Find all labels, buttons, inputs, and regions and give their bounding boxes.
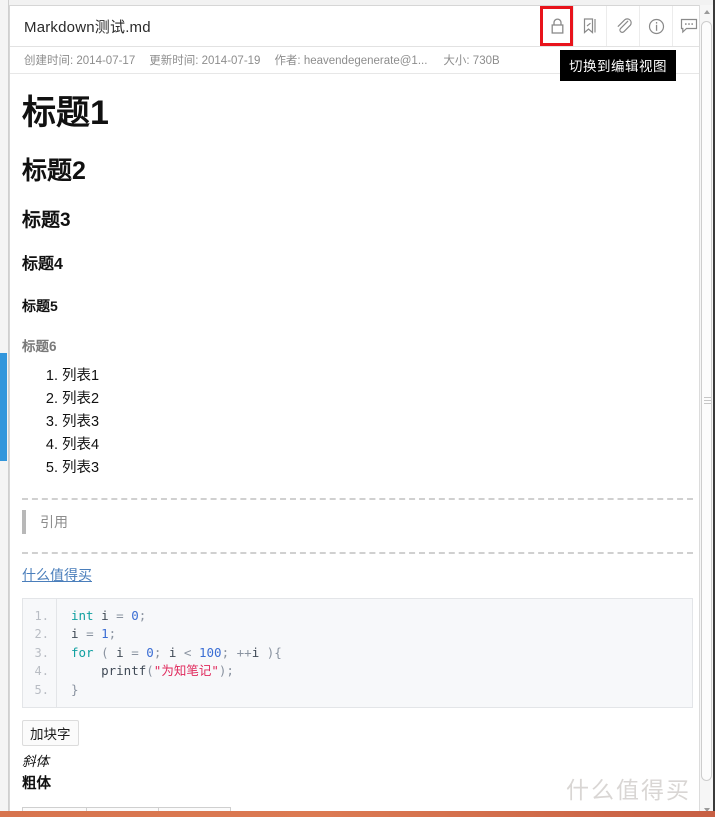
info-icon	[648, 18, 665, 35]
scrollbar-grip-icon	[704, 397, 711, 404]
lock-button[interactable]	[540, 6, 573, 46]
ordered-list: 列表1 列表2 列表3 列表4 列表3	[22, 365, 693, 480]
list-item: 列表1	[62, 365, 693, 388]
line-number: 1.	[34, 608, 49, 623]
chevron-up-icon	[703, 10, 710, 14]
bookmark-button[interactable]	[573, 6, 606, 46]
code-line: int i = 0;	[71, 607, 147, 623]
heading-6: 标题6	[22, 339, 57, 355]
code-line-numbers: 1. 2. 3. 4. 5.	[23, 598, 57, 708]
external-link[interactable]: 什么值得买	[22, 565, 92, 585]
bold-text: 粗体	[22, 776, 51, 793]
line-number: 4.	[34, 664, 49, 679]
heading-5: 标题5	[22, 298, 58, 315]
attachment-button[interactable]	[606, 6, 639, 46]
line-number: 2.	[34, 627, 49, 642]
code-block: 1. 2. 3. 4. 5. int i = 0; i = 1; for ( i…	[22, 597, 693, 709]
document-panel: Markdown测试.md 创建时间: 2014-07-17 更新时间: 201…	[9, 5, 706, 812]
blockquote-text: 引用	[40, 513, 68, 530]
bookmark-icon	[582, 17, 598, 35]
size-label: 大小: 730B	[443, 55, 500, 67]
code-lines: int i = 0; i = 1; for ( i = 0; i < 100; …	[57, 599, 282, 708]
scroll-up-button[interactable]	[700, 5, 713, 19]
author-label: 作者: heavendegenerate@1...	[274, 55, 428, 67]
code-line: for ( i = 0; i < 100; ++i ){	[71, 644, 282, 660]
list-item: 列表4	[62, 434, 693, 457]
list-item: 列表3	[62, 457, 693, 480]
created-time-label: 创建时间: 2014-07-17	[24, 55, 136, 67]
heading-1: 标题1	[22, 94, 109, 132]
code-line: printf("为知笔记");	[71, 663, 234, 679]
page-title: Markdown测试.md	[24, 18, 151, 36]
application-window: Markdown测试.md 创建时间: 2014-07-17 更新时间: 201…	[0, 0, 715, 817]
updated-time-label: 更新时间: 2014-07-19	[149, 55, 261, 67]
line-number: 3.	[34, 645, 49, 660]
heading-2: 标题2	[22, 157, 86, 186]
document-titlebar: Markdown测试.md	[10, 6, 705, 47]
bottom-accent-strip	[0, 811, 715, 817]
code-line: i = 1;	[71, 626, 117, 642]
toolbar-icons	[540, 6, 705, 46]
tooltip: 切换到编辑视图	[560, 50, 676, 81]
line-number: 5.	[34, 682, 49, 697]
blockquote: 引用	[22, 509, 693, 534]
heading-3: 标题3	[22, 209, 71, 231]
comment-icon	[680, 18, 698, 34]
italic-text: 斜体	[22, 754, 49, 770]
attachment-icon	[615, 17, 632, 35]
vertical-scrollbar[interactable]	[699, 5, 713, 817]
lock-icon	[550, 17, 565, 35]
horizontal-rule-top	[22, 497, 693, 500]
selection-marker	[0, 353, 7, 461]
document-content: 标题1 标题2 标题3 标题4 标题5 标题6 列表1 列表2 列表3 列表4 …	[10, 94, 705, 812]
inline-code: 加块字	[22, 720, 79, 747]
horizontal-rule-bottom	[22, 551, 693, 554]
heading-4: 标题4	[22, 255, 63, 273]
list-item: 列表3	[62, 411, 693, 434]
info-button[interactable]	[639, 6, 672, 46]
scrollbar-thumb[interactable]	[701, 21, 712, 781]
list-item: 列表2	[62, 388, 693, 411]
code-line: }	[71, 681, 79, 697]
